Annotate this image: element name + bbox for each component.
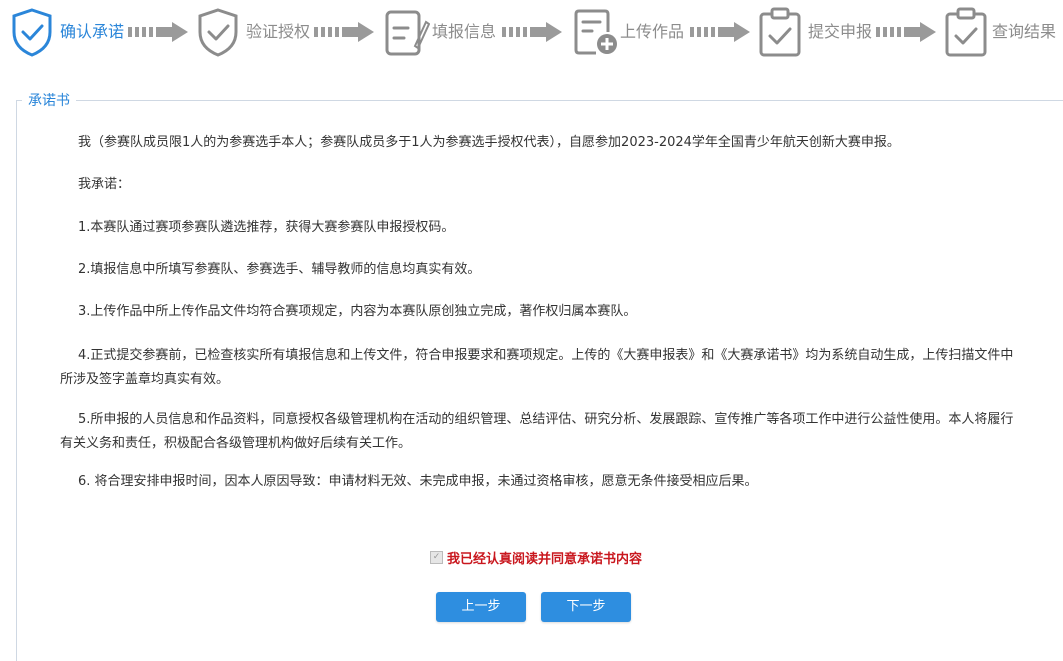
pledge-paragraph: 我承诺： (78, 177, 131, 192)
step-label: 提交申报 (808, 22, 873, 41)
step-label: 确认承诺 (60, 22, 125, 41)
pledge-paragraph: 5.所申报的人员信息和作品资料，同意授权各级管理机构在活动的组织管理、总结评估、… (60, 412, 1014, 451)
shield-check-icon (198, 8, 238, 57)
pledge-paragraph: 我（参赛队成员限1人的为参赛选手本人；参赛队成员多于1人为参赛选手授权代表），自… (78, 135, 900, 150)
step-arrow-icon (502, 22, 562, 42)
agree-checkbox-row[interactable]: ✓ 我已经认真阅读并同意承诺书内容 (430, 548, 642, 567)
step-label: 上传作品 (620, 22, 685, 41)
pledge-paragraph: 6. 将合理安排申报时间，因本人原因导致：申请材料无效、未完成申报，未通过资格审… (78, 474, 758, 489)
prev-step-button[interactable]: 上一步 (436, 592, 526, 622)
step-label: 验证授权 (246, 22, 311, 41)
step-arrow-icon (314, 22, 374, 42)
pledge-paragraph: 1.本赛队通过赛项参赛队遴选推荐，获得大赛参赛队申报授权码。 (78, 220, 455, 235)
step-label: 查询结果 (992, 22, 1057, 41)
step-label: 填报信息 (432, 22, 497, 41)
step-arrow-icon (128, 22, 188, 42)
agree-label: 我已经认真阅读并同意承诺书内容 (447, 552, 643, 567)
step-arrow-icon (876, 22, 936, 42)
file-upload-icon (574, 9, 617, 55)
step-progress-bar: 确认承诺 验证授权 填报信息 上传作品 提交申报 查询结果 (0, 0, 1063, 72)
step-arrow-icon (690, 22, 750, 42)
pledge-paragraph: 3.上传作品中所上传作品文件均符合赛项规定，内容为本赛队原创独立完成，著作权归属… (78, 304, 637, 319)
pledge-paragraph: 4.正式提交参赛前，已检查核实所有填报信息和上传文件，符合申报要求和赛项规定。上… (60, 348, 1014, 387)
shield-check-icon (12, 8, 52, 57)
next-step-button[interactable]: 下一步 (541, 592, 631, 622)
clipboard-check-icon (759, 7, 801, 57)
form-edit-icon (385, 10, 430, 56)
pledge-legend: 承诺书 (22, 90, 76, 110)
agree-checkbox[interactable]: ✓ (430, 551, 443, 564)
pledge-paragraph: 2.填报信息中所填写参赛队、参赛选手、辅导教师的信息均真实有效。 (78, 262, 481, 277)
clipboard-check-icon (945, 7, 987, 57)
